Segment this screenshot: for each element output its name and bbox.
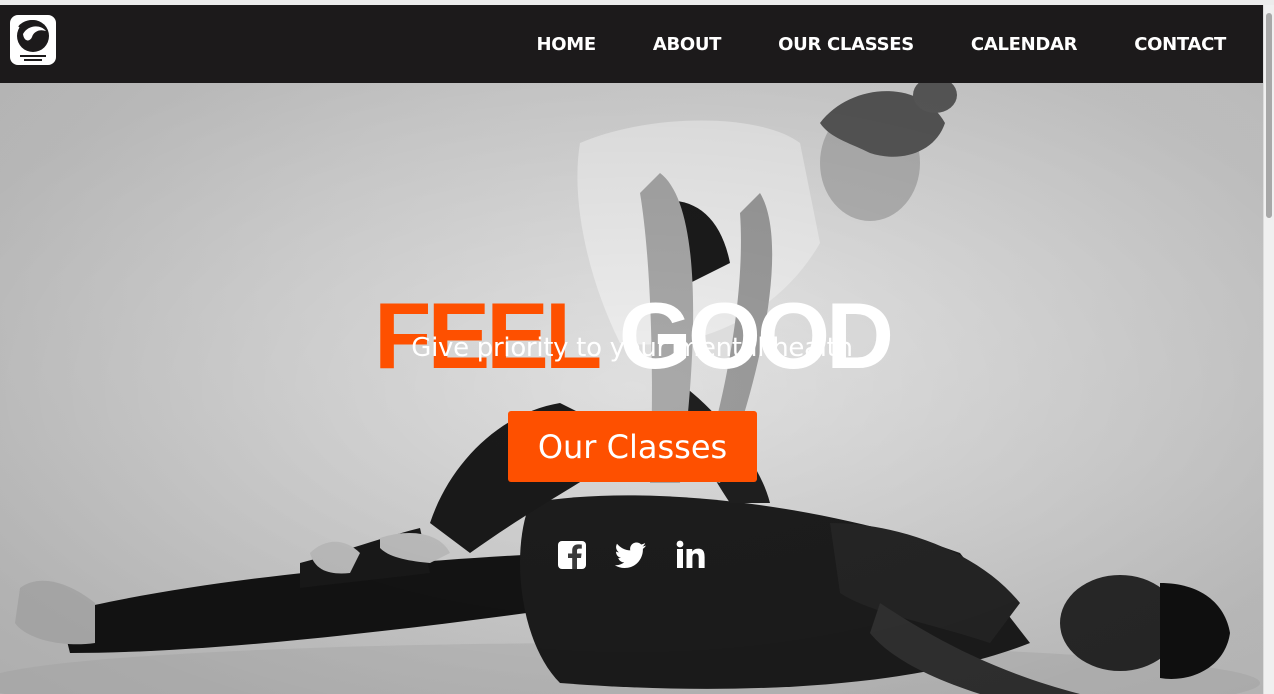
logo[interactable] [10,15,56,65]
twitter-icon[interactable] [614,539,648,571]
nav-home[interactable]: HOME [536,34,596,55]
main-nav: HOME ABOUT OUR CLASSES CALENDAR CONTACT [479,5,1226,83]
navbar: HOME ABOUT OUR CLASSES CALENDAR CONTACT [0,5,1264,83]
nav-about[interactable]: ABOUT [653,34,722,55]
hero-subtitle: Give priority to your mental health [411,333,853,363]
nav-calendar[interactable]: CALENDAR [971,34,1078,55]
hero-photo [0,83,1264,694]
social-links [556,539,732,571]
linkedin-icon[interactable] [674,539,706,571]
hero-section: FEEL GOOD Give priority to your mental h… [0,83,1264,694]
our-classes-button[interactable]: Our Classes [508,411,757,482]
nav-our-classes[interactable]: OUR CLASSES [778,34,914,55]
scrollbar-thumb[interactable] [1266,13,1272,218]
page-scrollbar[interactable] [1263,5,1274,694]
facebook-icon[interactable] [556,539,588,571]
logo-icon [17,20,49,61]
nav-contact[interactable]: CONTACT [1134,34,1226,55]
